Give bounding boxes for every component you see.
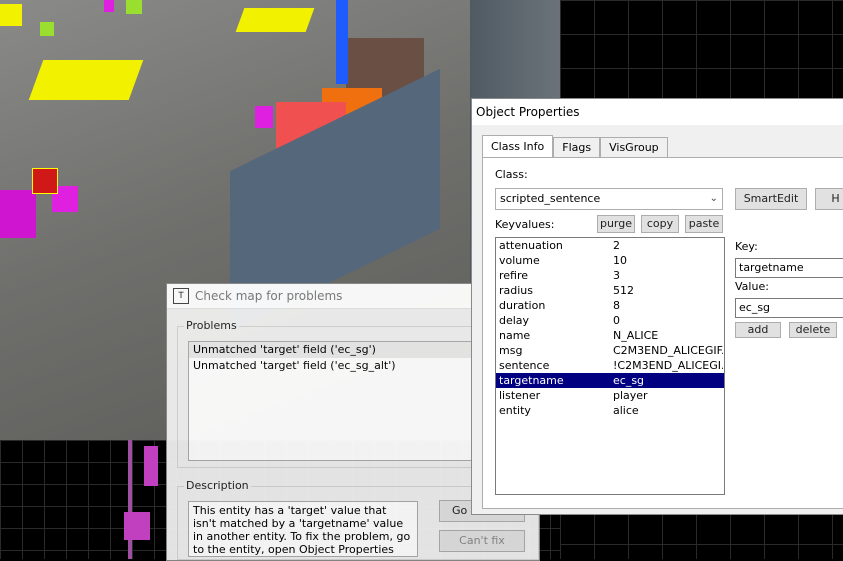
entity-marker bbox=[144, 446, 158, 486]
keyvalue-value: 512 bbox=[613, 284, 634, 297]
purge-button[interactable]: purge bbox=[597, 215, 635, 233]
keyvalue-row[interactable]: targetname ec_sg bbox=[496, 373, 724, 388]
description-label: Description bbox=[184, 479, 251, 492]
tab-flags[interactable]: Flags bbox=[553, 137, 601, 158]
check-map-title: Check map for problems bbox=[195, 289, 343, 303]
magenta-block bbox=[104, 0, 114, 12]
green-block bbox=[40, 22, 54, 36]
keyvalue-key: duration bbox=[499, 299, 546, 312]
magenta-block bbox=[255, 106, 273, 128]
object-properties-dialog: Object Properties Class Info Flags VisGr… bbox=[471, 98, 843, 515]
keyvalues-list[interactable]: attenuation 2 volume 10 refire 3 radius 512 dura… bbox=[495, 237, 725, 495]
keyvalue-key: entity bbox=[499, 404, 531, 417]
hammer-icon: ⊤ bbox=[173, 288, 189, 304]
chevron-down-icon: ⌄ bbox=[709, 193, 718, 204]
object-properties-titlebar[interactable]: Object Properties bbox=[472, 99, 843, 125]
description-text: This entity has a 'target' value that is… bbox=[188, 501, 418, 557]
keyvalue-row[interactable]: volume 10 bbox=[496, 253, 724, 268]
red-block bbox=[32, 168, 58, 194]
keyvalue-key: sentence bbox=[499, 359, 550, 372]
value-field[interactable]: ec_sg bbox=[735, 298, 843, 318]
class-info-panel: Class: scripted_sentence ⌄ SmartEdit H K… bbox=[482, 157, 843, 509]
object-properties-title: Object Properties bbox=[476, 105, 580, 119]
key-label: Key: bbox=[735, 240, 758, 253]
keyvalue-value: ec_sg bbox=[613, 374, 645, 387]
paste-button[interactable]: paste bbox=[685, 215, 723, 233]
keyvalue-row[interactable]: radius 512 bbox=[496, 283, 724, 298]
copy-button[interactable]: copy bbox=[641, 215, 679, 233]
tab-bar: Class Info Flags VisGroup bbox=[482, 135, 668, 158]
keyvalue-value: 3 bbox=[613, 269, 620, 282]
keyvalue-value: alice bbox=[613, 404, 639, 417]
keyvalue-row[interactable]: duration 8 bbox=[496, 298, 724, 313]
tab-class-info[interactable]: Class Info bbox=[482, 135, 554, 158]
green-block bbox=[126, 0, 142, 14]
keyvalue-key: refire bbox=[499, 269, 529, 282]
keyvalue-row[interactable]: attenuation 2 bbox=[496, 238, 724, 253]
keyvalue-key: msg bbox=[499, 344, 523, 357]
keyvalue-key: volume bbox=[499, 254, 540, 267]
keyvalue-row[interactable]: entity alice bbox=[496, 403, 724, 418]
value-label: Value: bbox=[735, 280, 769, 293]
delete-button[interactable]: delete bbox=[789, 322, 837, 338]
keyvalue-key: delay bbox=[499, 314, 530, 327]
smartedit-button[interactable]: SmartEdit bbox=[735, 188, 807, 210]
blue-beam bbox=[336, 0, 348, 84]
magenta-block bbox=[0, 190, 36, 238]
problems-label: Problems bbox=[184, 319, 239, 332]
keyvalue-row[interactable]: sentence !C2M3END_ALICEGI... bbox=[496, 358, 724, 373]
cant-fix-button[interactable]: Can't fix bbox=[439, 530, 525, 552]
class-value: scripted_sentence bbox=[500, 192, 601, 205]
keyvalue-key: name bbox=[499, 329, 531, 342]
keyvalue-row[interactable]: msg C2M3END_ALICEGIF... bbox=[496, 343, 724, 358]
yellow-block bbox=[0, 4, 22, 26]
keyvalue-row[interactable]: refire 3 bbox=[496, 268, 724, 283]
keyvalue-value: 0 bbox=[613, 314, 620, 327]
keyvalue-row[interactable]: delay 0 bbox=[496, 313, 724, 328]
add-button[interactable]: add bbox=[735, 322, 781, 338]
keyvalue-value: 10 bbox=[613, 254, 627, 267]
keyvalue-value: player bbox=[613, 389, 648, 402]
class-dropdown[interactable]: scripted_sentence ⌄ bbox=[495, 188, 723, 210]
tab-visgroup[interactable]: VisGroup bbox=[600, 137, 668, 158]
keyvalue-value: 2 bbox=[613, 239, 620, 252]
keyvalue-key: listener bbox=[499, 389, 541, 402]
keyvalue-value: 8 bbox=[613, 299, 620, 312]
key-field[interactable]: targetname bbox=[735, 258, 843, 278]
keyvalue-value: N_ALICE bbox=[613, 329, 659, 342]
yellow-block bbox=[235, 8, 315, 32]
entity-marker bbox=[128, 440, 132, 559]
keyvalue-key: attenuation bbox=[499, 239, 563, 252]
keyvalue-key: radius bbox=[499, 284, 534, 297]
keyvalue-value: C2M3END_ALICEGIF... bbox=[613, 344, 723, 357]
keyvalue-value: !C2M3END_ALICEGI... bbox=[613, 359, 723, 372]
yellow-block bbox=[28, 60, 144, 100]
entity-marker bbox=[124, 512, 150, 540]
class-label: Class: bbox=[495, 168, 528, 181]
help-button[interactable]: H bbox=[815, 188, 843, 210]
keyvalue-row[interactable]: name N_ALICE bbox=[496, 328, 724, 343]
keyvalues-label: Keyvalues: bbox=[495, 218, 555, 231]
keyvalue-row[interactable]: listener player bbox=[496, 388, 724, 403]
keyvalue-key: targetname bbox=[499, 374, 564, 387]
